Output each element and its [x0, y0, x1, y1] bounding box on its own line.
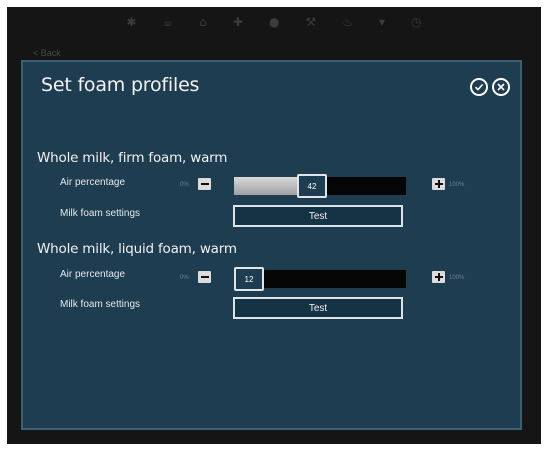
- max-percentage-label: 100%: [449, 182, 465, 188]
- min-percentage-label: 0%: [180, 275, 189, 281]
- milk-foam-settings-label: Milk foam settings: [60, 208, 141, 219]
- drop-icon[interactable]: ●: [269, 15, 279, 29]
- cup-icon[interactable]: ▾: [379, 15, 385, 29]
- profile-title: Whole milk, firm foam, warm: [37, 150, 228, 166]
- close-circle-icon[interactable]: [492, 78, 510, 96]
- air-percentage-label: Air percentage: [60, 269, 126, 280]
- air-slider-track[interactable]: 42: [234, 174, 406, 198]
- air-slider-thumb[interactable]: 12: [234, 267, 264, 291]
- foam-profiles-dialog: Set foam profiles Whole milk, firm foam,…: [21, 60, 522, 430]
- air-slider-fill: [234, 177, 299, 195]
- coffee-icon[interactable]: ♨: [342, 15, 353, 29]
- profile-title: Whole milk, liquid foam, warm: [37, 241, 237, 257]
- air-slider-track[interactable]: 12: [234, 267, 406, 291]
- test-button[interactable]: Test: [233, 205, 403, 227]
- cup-icon[interactable]: ☕: [163, 15, 174, 29]
- increase-button[interactable]: [432, 271, 445, 283]
- dialog-header-actions: [470, 78, 510, 96]
- test-button[interactable]: Test: [233, 297, 403, 319]
- min-percentage-label: 0%: [180, 182, 189, 188]
- decrease-button[interactable]: [198, 271, 211, 283]
- decrease-button[interactable]: [198, 178, 211, 190]
- dialog-title: Set foam profiles: [41, 74, 200, 96]
- wrench-icon[interactable]: ⚒: [305, 15, 316, 29]
- back-link[interactable]: < Back: [33, 48, 61, 58]
- top-menu-bar: ✱ ☕ ⌂ ✚ ● ⚒ ♨ ▾ ◷: [7, 7, 541, 37]
- clock-icon: ◷: [411, 15, 422, 29]
- milk-foam-settings-label: Milk foam settings: [60, 299, 141, 310]
- air-percentage-label: Air percentage: [60, 177, 126, 188]
- plus-icon[interactable]: ✚: [233, 15, 243, 29]
- increase-button[interactable]: [432, 178, 445, 190]
- pot-icon[interactable]: ⌂: [199, 15, 207, 29]
- air-slider-thumb[interactable]: 42: [297, 174, 327, 198]
- star-icon[interactable]: ✱: [126, 15, 136, 29]
- check-circle-icon[interactable]: [470, 78, 488, 96]
- max-percentage-label: 100%: [449, 275, 465, 281]
